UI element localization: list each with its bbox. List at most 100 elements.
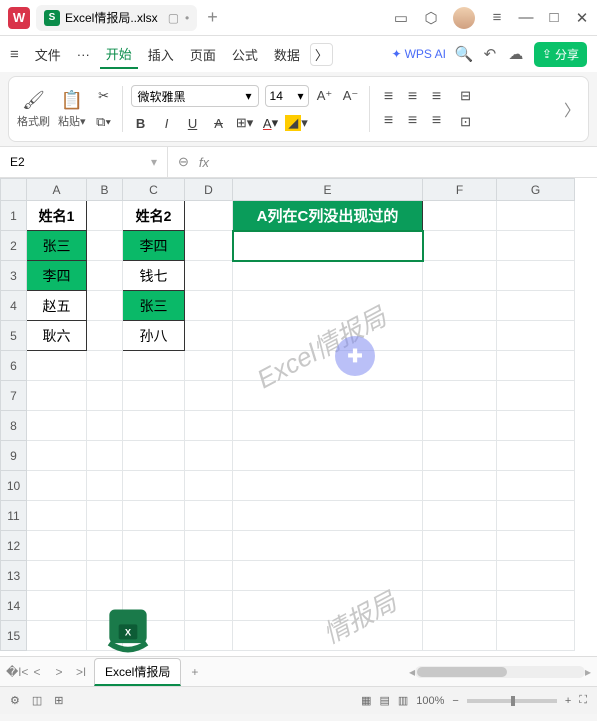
cell-selected[interactable] xyxy=(233,231,423,261)
cell[interactable] xyxy=(233,441,423,471)
cell[interactable] xyxy=(497,621,575,651)
cell[interactable] xyxy=(423,231,497,261)
font-select[interactable]: 微软雅黑▾ xyxy=(131,85,259,107)
cell[interactable] xyxy=(27,501,87,531)
align-top-button[interactable]: ≡ xyxy=(378,86,400,108)
col-header-g[interactable]: G xyxy=(497,179,575,201)
decrease-font-button[interactable]: A⁻ xyxy=(341,86,361,106)
cube-icon[interactable]: ⬡ xyxy=(423,10,439,26)
cell[interactable] xyxy=(497,231,575,261)
cell[interactable] xyxy=(497,261,575,291)
row-header[interactable]: 7 xyxy=(1,381,27,411)
cell[interactable] xyxy=(233,411,423,441)
cell[interactable] xyxy=(87,411,123,441)
row-header[interactable]: 11 xyxy=(1,501,27,531)
formula-input[interactable] xyxy=(219,155,587,170)
cell[interactable]: 姓名1 xyxy=(27,201,87,231)
cell[interactable] xyxy=(87,471,123,501)
cell[interactable] xyxy=(87,291,123,321)
cell[interactable] xyxy=(233,351,423,381)
view-page-button[interactable]: ▤ xyxy=(379,694,389,707)
cloud-icon[interactable]: ☁ xyxy=(508,46,524,62)
horizontal-scrollbar[interactable]: ◂ ▸ xyxy=(208,665,591,679)
cell[interactable] xyxy=(423,531,497,561)
cell[interactable] xyxy=(87,351,123,381)
cell[interactable] xyxy=(27,591,87,621)
cell[interactable] xyxy=(123,531,185,561)
cell[interactable] xyxy=(185,501,233,531)
cell[interactable] xyxy=(497,291,575,321)
cell[interactable] xyxy=(27,561,87,591)
cell[interactable] xyxy=(123,471,185,501)
cell[interactable] xyxy=(185,621,233,651)
menu-data[interactable]: 数据 xyxy=(268,41,306,68)
cell[interactable] xyxy=(423,381,497,411)
cell[interactable] xyxy=(423,501,497,531)
cell[interactable]: 张三 xyxy=(27,231,87,261)
cell[interactable] xyxy=(233,261,423,291)
cell[interactable] xyxy=(423,261,497,291)
cell[interactable] xyxy=(497,501,575,531)
cell[interactable]: 耿六 xyxy=(27,321,87,351)
cell[interactable] xyxy=(497,591,575,621)
cell[interactable] xyxy=(27,621,87,651)
col-header-a[interactable]: A xyxy=(27,179,87,201)
status-icon[interactable]: ⊞ xyxy=(54,694,63,707)
book-icon[interactable]: ▭ xyxy=(393,10,409,26)
cell[interactable] xyxy=(233,561,423,591)
row-header[interactable]: 5 xyxy=(1,321,27,351)
cell[interactable] xyxy=(423,561,497,591)
align-middle-button[interactable]: ≡ xyxy=(402,86,424,108)
cell[interactable] xyxy=(185,441,233,471)
status-icon[interactable]: ⚙ xyxy=(10,694,20,707)
align-right-button[interactable]: ≡ xyxy=(426,110,448,132)
cell[interactable] xyxy=(233,591,423,621)
menu-page[interactable]: 页面 xyxy=(184,41,222,68)
paste-button[interactable]: 📋 粘贴▾ xyxy=(58,90,86,129)
cell[interactable] xyxy=(27,441,87,471)
app-logo[interactable]: W xyxy=(8,7,30,29)
cell[interactable] xyxy=(423,321,497,351)
cell[interactable]: 赵五 xyxy=(27,291,87,321)
row-header[interactable]: 13 xyxy=(1,561,27,591)
sheet-nav-first[interactable]: �ǀ< xyxy=(6,665,24,679)
menu-insert[interactable]: 插入 xyxy=(142,41,180,68)
maximize-button[interactable]: □ xyxy=(547,10,561,26)
cell[interactable] xyxy=(185,561,233,591)
row-header[interactable]: 14 xyxy=(1,591,27,621)
new-tab-button[interactable]: + xyxy=(207,7,218,28)
strike-button[interactable]: A xyxy=(209,113,229,133)
row-header[interactable]: 3 xyxy=(1,261,27,291)
row-header[interactable]: 1 xyxy=(1,201,27,231)
border-button[interactable]: ⊞▾ xyxy=(235,113,255,133)
fullscreen-button[interactable]: ⛶ xyxy=(579,694,587,707)
cell[interactable] xyxy=(497,381,575,411)
zoom-out-button[interactable]: − xyxy=(452,695,458,707)
cell[interactable] xyxy=(423,291,497,321)
cell[interactable] xyxy=(423,351,497,381)
cell[interactable] xyxy=(123,441,185,471)
view-normal-button[interactable]: ▦ xyxy=(361,694,371,707)
cell[interactable] xyxy=(423,471,497,501)
wps-ai-button[interactable]: ✦WPS AI xyxy=(392,47,446,61)
cell[interactable] xyxy=(185,201,233,231)
cell[interactable] xyxy=(185,531,233,561)
cell[interactable] xyxy=(87,441,123,471)
sheet-nav-last[interactable]: >ǀ xyxy=(72,665,90,679)
history-icon[interactable]: ↶ xyxy=(482,46,498,62)
col-header-c[interactable]: C xyxy=(123,179,185,201)
menu-formula[interactable]: 公式 xyxy=(226,41,264,68)
cell[interactable] xyxy=(497,321,575,351)
cell[interactable]: A列在C列没出现过的 xyxy=(233,201,423,231)
cell[interactable] xyxy=(185,291,233,321)
font-color-button[interactable]: A▾ xyxy=(261,113,281,133)
cell[interactable] xyxy=(185,351,233,381)
row-header[interactable]: 15 xyxy=(1,621,27,651)
menu-start[interactable]: 开始 xyxy=(100,40,138,69)
copy-button[interactable]: ⧉▾ xyxy=(94,112,114,132)
cell[interactable] xyxy=(123,561,185,591)
share-button[interactable]: ⇪分享 xyxy=(534,42,587,67)
cell[interactable] xyxy=(497,561,575,591)
merge-button[interactable]: ⊡ xyxy=(456,112,476,132)
align-bottom-button[interactable]: ≡ xyxy=(426,86,448,108)
